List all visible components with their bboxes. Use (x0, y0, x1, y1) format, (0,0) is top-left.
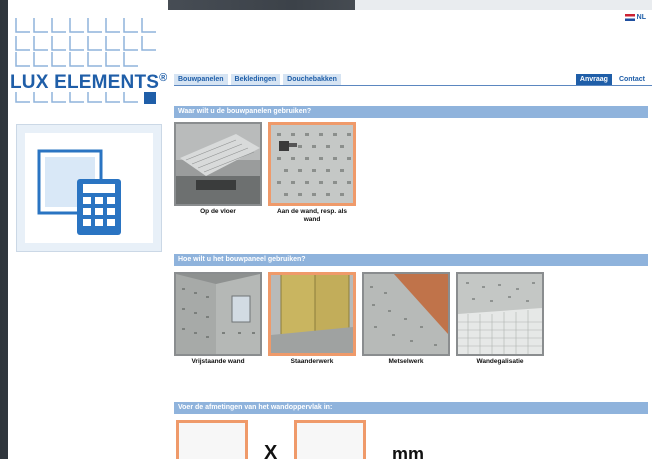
option-wall-label: Aan de wand, resp. als wand (276, 208, 348, 223)
option-masonry[interactable]: Metselwerk (362, 272, 450, 366)
nav-item-douchebakken[interactable]: Douchebakken (283, 74, 341, 85)
dimension-unit: mm (392, 444, 425, 459)
option-freestanding-wall-image (174, 272, 262, 356)
height-input[interactable] (297, 423, 363, 459)
option-floor-image (174, 122, 262, 206)
section-title-usage-method: Hoe wilt u het bouwpaneel gebruiken? (174, 254, 648, 266)
masonry-photo (364, 274, 448, 354)
option-wall-leveling-image (456, 272, 544, 356)
main-nav: Bouwpanelen Bekledingen Douchebakken Anv… (174, 74, 652, 86)
height-input-box[interactable] (294, 420, 366, 459)
stud-work-photo (271, 275, 353, 353)
main-content: NL Bouwpanelen Bekledingen Douchebakken … (168, 10, 652, 459)
calculator-panel-inner (25, 133, 153, 243)
language-switch[interactable]: NL (624, 14, 646, 21)
option-masonry-image (362, 272, 450, 356)
background-strip (355, 0, 652, 10)
option-wall-leveling-label: Wandegalisatie (476, 358, 524, 365)
calculator-panel (16, 124, 162, 252)
option-wall-image (268, 122, 356, 206)
option-floor-label: Op de vloer (200, 208, 236, 215)
option-freestanding-wall-label: Vrijstaande wand (191, 358, 245, 365)
freestanding-wall-photo (176, 274, 260, 354)
brand-text: LUX ELEMENTS (10, 72, 160, 93)
dutch-flag-icon (624, 14, 635, 21)
option-stud-work-image (268, 272, 356, 356)
width-input[interactable] (179, 423, 245, 459)
option-freestanding-wall[interactable]: Vrijstaande wand (174, 272, 262, 366)
nav-item-bouwpanelen[interactable]: Bouwpanelen (174, 74, 228, 85)
option-wall-leveling[interactable]: Wandegalisatie (456, 272, 544, 366)
option-wall[interactable]: Aan de wand, resp. als wand (268, 122, 356, 224)
nav-item-request[interactable]: Anvraag (575, 74, 612, 85)
registered-mark: ® (159, 72, 168, 84)
sidebar: LUX ELEMENTS® (8, 0, 168, 459)
brand-name: LUX ELEMENTS® (10, 72, 167, 94)
brand-logo[interactable]: LUX ELEMENTS® (8, 8, 168, 108)
language-label: NL (636, 14, 646, 21)
dimension-separator: X (264, 442, 278, 459)
nav-item-bekledingen[interactable]: Bekledingen (230, 74, 281, 85)
wall-photo (271, 125, 353, 203)
option-stud-work-label: Staanderwerk (290, 358, 334, 365)
option-floor[interactable]: Op de vloer (174, 122, 262, 216)
calculator-icon (37, 149, 121, 235)
option-masonry-label: Metselwerk (388, 358, 424, 365)
floor-photo (176, 124, 260, 204)
option-stud-work[interactable]: Staanderwerk (268, 272, 356, 366)
section-title-dimensions: Voer de afmetingen van het wandoppervlak… (174, 402, 648, 414)
nav-item-contact[interactable]: Contact (615, 74, 649, 85)
width-input-box[interactable] (176, 420, 248, 459)
wall-leveling-photo (458, 274, 542, 354)
section-title-usage-location: Waar wilt u de bouwpanelen gebruiken? (174, 106, 648, 118)
